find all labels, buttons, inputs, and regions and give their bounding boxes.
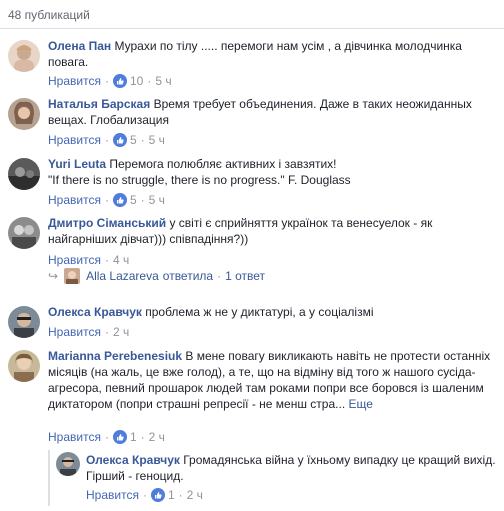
timestamp[interactable]: 2 ч [187, 488, 203, 502]
like-count[interactable]: 5 [130, 193, 137, 207]
see-more-link[interactable]: Еще [349, 397, 373, 411]
comment: Олена Пан Мурахи по тілу ..... перемоги … [8, 38, 498, 90]
timestamp[interactable]: 5 ч [149, 193, 165, 207]
timestamp[interactable]: 2 ч [113, 325, 129, 339]
comment-actions: Нравится · 5 · 5 ч [48, 193, 165, 207]
comment-count-header: 48 публикаций [8, 8, 90, 22]
like-count[interactable]: 1 [168, 488, 175, 502]
timestamp[interactable]: 5 ч [155, 74, 171, 88]
timestamp[interactable]: 4 ч [113, 253, 129, 267]
comment-actions: Нравится · 4 ч [48, 253, 130, 267]
thumbs-up-icon[interactable] [112, 133, 127, 147]
comment-actions: Нравится · 1 · 2 ч [86, 488, 203, 502]
like-button[interactable]: Нравится [48, 74, 101, 88]
like-button[interactable]: Нравится [48, 430, 101, 444]
comment: Олекса Кравчук проблема ж не у диктатурі… [8, 304, 498, 344]
avatar[interactable] [8, 158, 40, 190]
header-divider [0, 28, 504, 29]
reply-arrow-icon: ↪ [48, 269, 59, 283]
reply-count[interactable]: 1 ответ [225, 269, 265, 283]
reply-thread-line [48, 450, 50, 506]
author-link[interactable]: Олекса Кравчук [48, 305, 142, 319]
comment-actions: Нравится · 1 · 2 ч [48, 430, 165, 444]
comment-text: Перемога полюбляє активних і завзятих! [109, 157, 337, 171]
like-count[interactable]: 5 [130, 133, 137, 147]
like-button[interactable]: Нравится [48, 133, 101, 147]
reply-comment: Олекса Кравчук Громадянська війна у їхнь… [56, 452, 498, 508]
author-link[interactable]: Наталья Барская [48, 97, 150, 111]
comment-body: Наталья Барская Время требует объединени… [48, 96, 498, 128]
comment-body: Олекса Кравчук проблема ж не у диктатурі… [48, 304, 498, 320]
author-link[interactable]: Marianna Perebenesiuk [48, 349, 182, 363]
comment-body: Yuri Leuta Перемога полюбляє активних і … [48, 156, 498, 188]
comment-body: Marianna Perebenesiuk В мене повагу викл… [48, 348, 498, 412]
comment-body: Дмитро Сіманський у світі є сприйняття у… [48, 215, 498, 247]
avatar[interactable] [8, 217, 40, 249]
author-link[interactable]: Yuri Leuta [48, 157, 106, 171]
timestamp[interactable]: 2 ч [149, 430, 165, 444]
comment-text: Мурахи по тілу ..... перемоги нам усім ,… [48, 39, 462, 69]
timestamp[interactable]: 5 ч [149, 133, 165, 147]
avatar[interactable] [8, 98, 40, 130]
comment-actions: Нравится · 5 · 5 ч [48, 133, 165, 147]
like-count[interactable]: 10 [130, 74, 143, 88]
author-link[interactable]: Олекса Кравчук [86, 453, 180, 467]
comment-text: проблема ж не у диктатурі, а у соціалізм… [145, 305, 374, 319]
comment: Наталья Барская Время требует объединени… [8, 96, 498, 152]
comment: Yuri Leuta Перемога полюбляє активних і … [8, 156, 498, 212]
view-replies-link[interactable]: ↪ Alla Lazareva ответила · 1 ответ [48, 268, 265, 284]
avatar[interactable] [8, 40, 40, 72]
comment-actions: Нравится · 2 ч [48, 325, 130, 339]
comment-body: Олекса Кравчук Громадянська війна у їхнь… [86, 452, 498, 484]
thumbs-up-icon[interactable] [112, 430, 127, 444]
comment-quote: "If there is no struggle, there is no pr… [48, 173, 351, 187]
comment: Marianna Perebenesiuk В мене повагу викл… [8, 348, 498, 448]
comment-body: Олена Пан Мурахи по тілу ..... перемоги … [48, 38, 498, 70]
author-link[interactable]: Дмитро Сіманський [48, 216, 166, 230]
reply-author[interactable]: Alla Lazareva [86, 269, 159, 283]
like-button[interactable]: Нравится [86, 488, 139, 502]
like-count[interactable]: 1 [130, 430, 137, 444]
avatar [64, 268, 81, 284]
avatar[interactable] [8, 306, 40, 338]
thumbs-up-icon[interactable] [112, 74, 127, 88]
reply-action: ответила [162, 269, 214, 283]
author-link[interactable]: Олена Пан [48, 39, 111, 53]
thumbs-up-icon[interactable] [112, 193, 127, 207]
like-button[interactable]: Нравится [48, 325, 101, 339]
avatar[interactable] [8, 350, 40, 382]
thumbs-up-icon[interactable] [150, 488, 165, 502]
like-button[interactable]: Нравится [48, 253, 101, 267]
comment-actions: Нравится · 10 · 5 ч [48, 74, 172, 88]
avatar[interactable] [56, 452, 80, 476]
like-button[interactable]: Нравится [48, 193, 101, 207]
